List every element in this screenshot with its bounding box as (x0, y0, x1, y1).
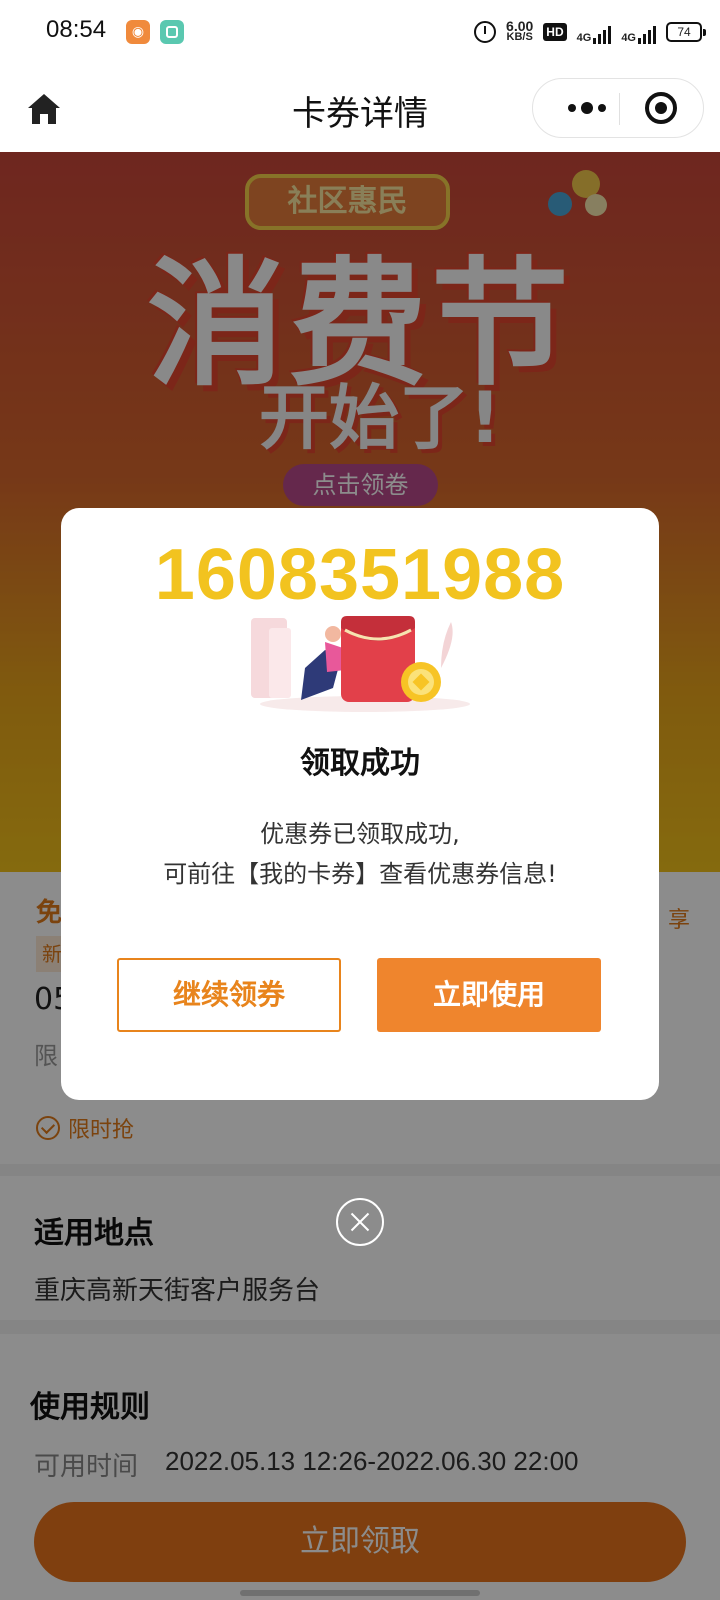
network-speed: 6.00 KB/S (506, 19, 533, 43)
use-now-button[interactable]: 立即使用 (377, 958, 601, 1032)
red-envelope-illustration (251, 616, 470, 712)
success-dialog: 1608351988 领取成功 优惠券已领取成功, 可前往【我的卡券】查看优惠券… (61, 508, 659, 1100)
close-dialog-icon[interactable] (336, 1198, 384, 1246)
signal-icon-1: 4G (577, 20, 612, 44)
status-time: 08:54 (46, 16, 107, 43)
miniprogram-close-icon[interactable] (645, 92, 677, 124)
overlay-number: 1608351988 (154, 535, 566, 615)
dialog-message-line1: 优惠券已领取成功, (260, 820, 460, 848)
miniprogram-capsule (532, 78, 704, 138)
status-indicators: 6.00 KB/S HD 4G 4G 74 (474, 16, 706, 48)
battery-icon: 74 (666, 22, 706, 42)
more-dots-icon[interactable] (557, 79, 617, 137)
signal-label-2: 4G (621, 32, 636, 44)
signal-label-1: 4G (576, 32, 592, 44)
alarm-icon (474, 21, 497, 43)
dialog-message-line2: 可前往【我的卡券】查看优惠券信息! (163, 860, 557, 888)
dialog-title: 领取成功 (300, 746, 420, 781)
network-speed-unit: KB/S (506, 31, 533, 43)
status-bar: 08:54 ◉ 6.00 KB/S HD 4G 4G 74 (0, 0, 720, 64)
capsule-divider (619, 93, 620, 125)
uc-browser-icon: ◉ (126, 20, 150, 44)
nav-bar: 卡券详情 (0, 64, 720, 152)
continue-claim-button[interactable]: 继续领券 (117, 958, 341, 1032)
signal-icon-2: 4G (621, 20, 656, 44)
app-notification-icon (160, 20, 184, 44)
hd-badge: HD (543, 23, 567, 41)
